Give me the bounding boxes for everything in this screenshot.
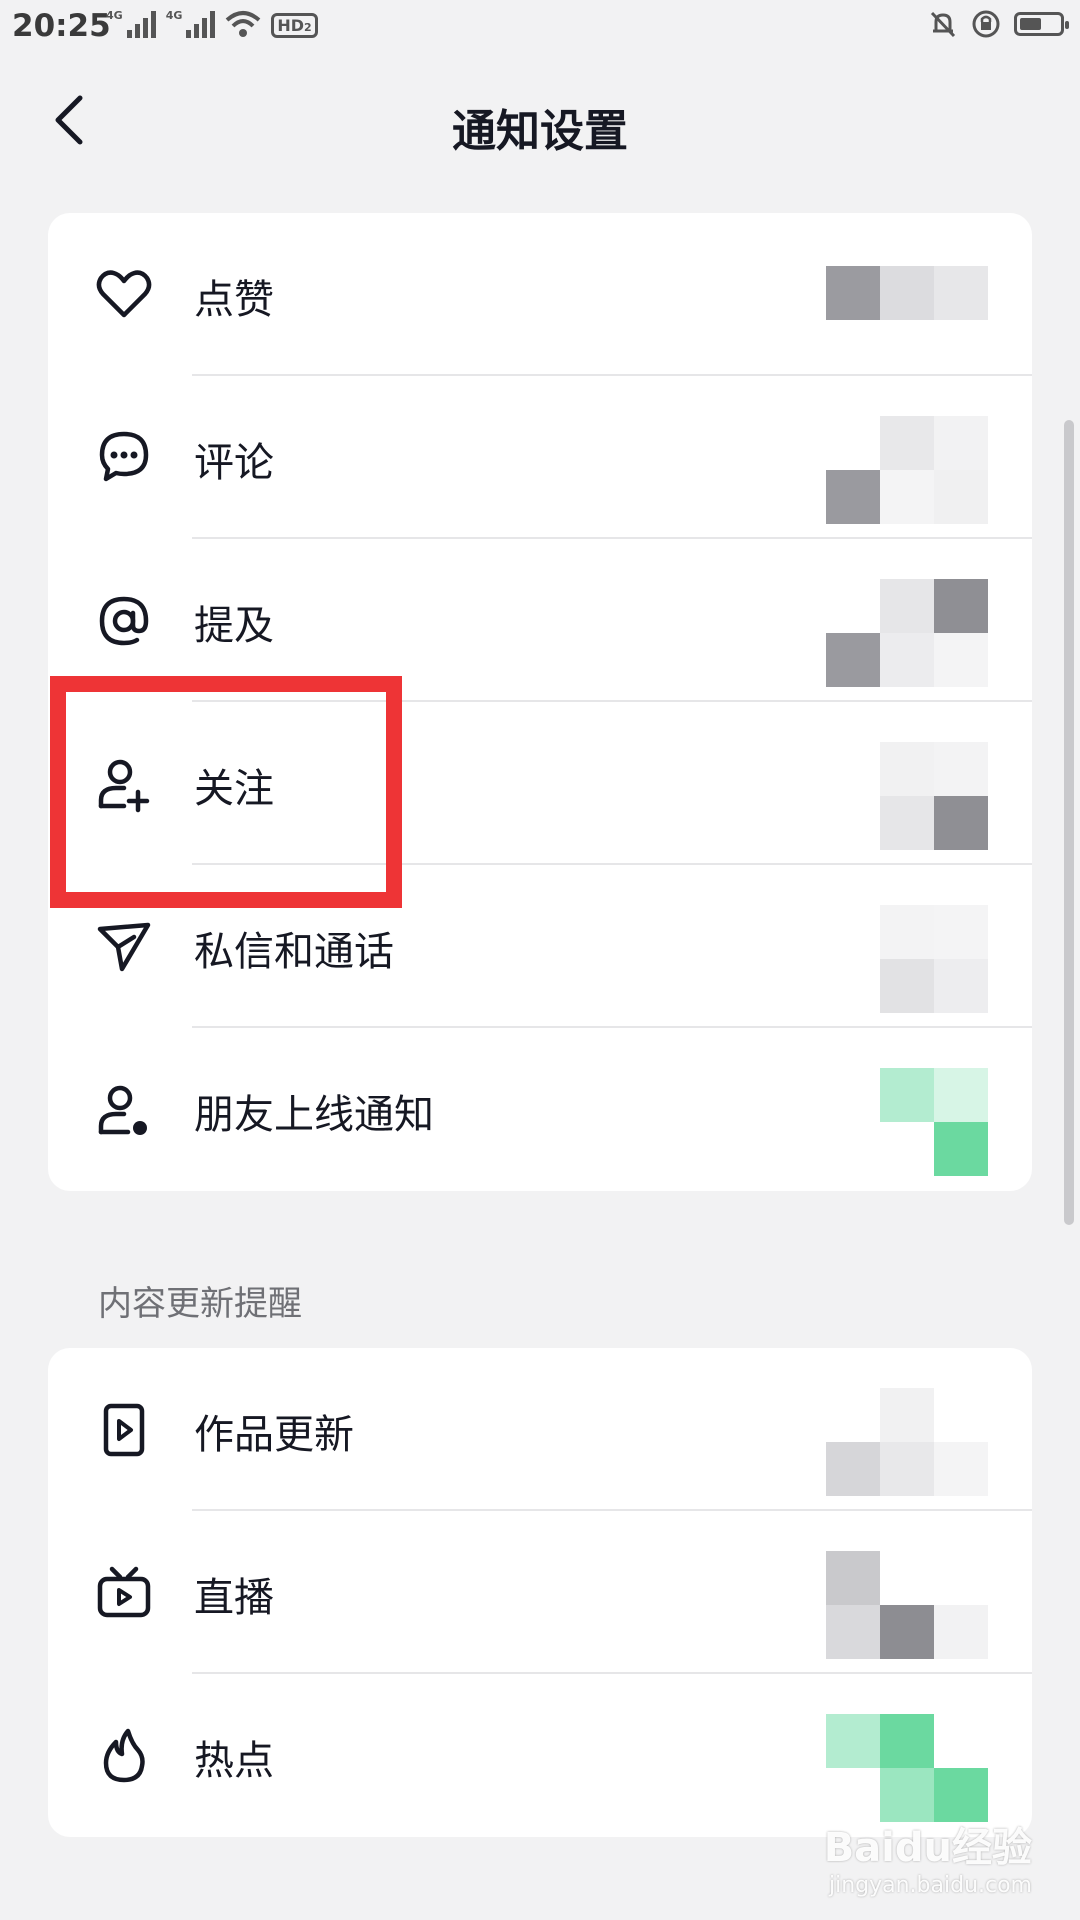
setting-row-friend-online[interactable]: 朋友上线通知 <box>48 1028 1032 1191</box>
setting-value-pixelated <box>826 742 988 850</box>
rotation-lock-icon <box>972 10 1000 38</box>
setting-value-pixelated <box>826 1551 988 1659</box>
network-type-2: 4G <box>165 9 183 22</box>
setting-value-pixelated <box>826 266 988 320</box>
toggle-switch-on-pixelated[interactable] <box>826 1068 988 1176</box>
mute-icon <box>930 11 956 38</box>
highlight-box-follow <box>50 676 402 908</box>
setting-label: 私信和通话 <box>194 929 394 975</box>
heart-icon <box>96 270 152 318</box>
setting-label: 热点 <box>194 1738 274 1784</box>
battery-icon <box>1014 12 1069 36</box>
status-left-icons: 4G 4G HD2 <box>106 9 318 38</box>
setting-row-comment[interactable]: 评论 <box>48 376 1032 539</box>
signal-icon <box>186 10 216 38</box>
user-online-icon <box>98 1085 147 1135</box>
status-right-icons <box>928 8 1069 40</box>
setting-row-works-update[interactable]: 作品更新 <box>48 1348 1032 1511</box>
scrollbar[interactable] <box>1064 420 1074 1225</box>
setting-label: 作品更新 <box>194 1412 354 1458</box>
video-file-icon <box>103 1403 145 1457</box>
at-icon <box>99 596 149 646</box>
signal-icon <box>126 10 156 38</box>
hd-icon: HD2 <box>271 13 318 38</box>
hd-sub: 2 <box>304 21 312 34</box>
setting-value-pixelated <box>826 579 988 687</box>
watermark: Baidu经验 jingyan.baidu.com <box>824 1815 1032 1898</box>
setting-row-live[interactable]: 直播 <box>48 1511 1032 1674</box>
send-icon <box>97 922 151 972</box>
setting-label: 朋友上线通知 <box>194 1092 434 1138</box>
setting-value-pixelated <box>826 416 988 524</box>
toggle-switch-on-pixelated[interactable] <box>826 1714 988 1822</box>
comment-icon <box>99 431 149 482</box>
wifi-icon <box>226 11 261 37</box>
page-title: 通知设置 <box>452 106 628 157</box>
setting-row-like[interactable]: 点赞 <box>48 213 1032 376</box>
network-type-1: 4G <box>106 9 123 22</box>
section-header-content-updates: 内容更新提醒 <box>98 1284 302 1324</box>
tv-icon <box>97 1566 151 1618</box>
watermark-url: jingyan.baidu.com <box>828 1873 1032 1898</box>
setting-label: 提及 <box>194 603 274 649</box>
battery-fill <box>1020 18 1041 30</box>
flame-icon <box>103 1728 145 1783</box>
setting-label: 直播 <box>194 1575 274 1621</box>
setting-label: 评论 <box>194 440 274 486</box>
setting-row-hotspot[interactable]: 热点 <box>48 1674 1032 1837</box>
watermark-brand: Baidu经验 <box>823 1825 1032 1871</box>
status-time: 20:25 <box>12 8 111 44</box>
hd-label: HD <box>277 16 305 35</box>
setting-label: 点赞 <box>194 277 274 323</box>
setting-value-pixelated <box>826 1388 988 1496</box>
status-bar: 20:25 4G 4G HD2 <box>0 0 1080 54</box>
setting-value-pixelated <box>826 905 988 1013</box>
content-update-card: 作品更新 直播 热点 <box>48 1348 1032 1837</box>
